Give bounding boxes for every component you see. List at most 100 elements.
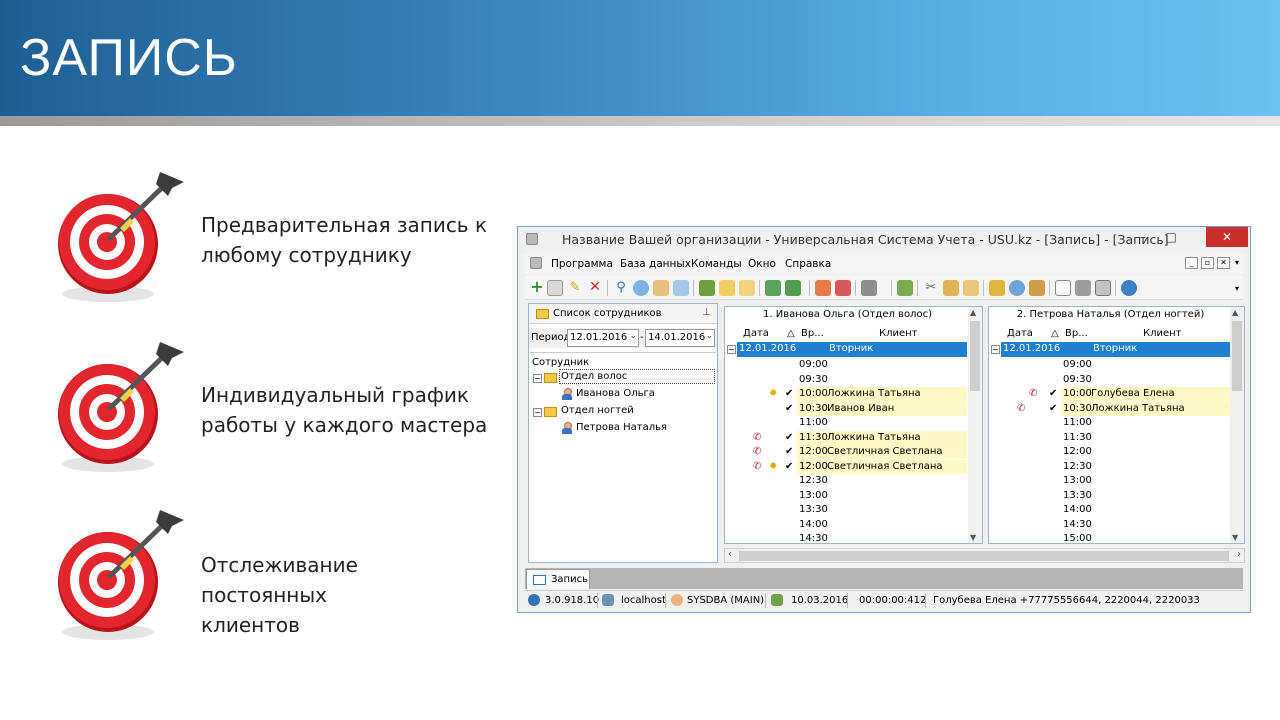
lock-icon[interactable] <box>989 280 1005 296</box>
column-date[interactable]: Дата <box>743 328 769 339</box>
scroll-up-icon[interactable]: ▲ <box>1232 308 1238 317</box>
close-button[interactable]: ✕ <box>1206 227 1248 247</box>
tree-department[interactable]: Отдел волос <box>561 371 627 382</box>
window-titlebar[interactable]: Название Вашей организации - Универсальн… <box>518 227 1250 252</box>
schedule-row[interactable]: 11:00 <box>797 416 967 430</box>
schedule-row[interactable]: 12:30 <box>797 474 967 488</box>
import-icon[interactable] <box>785 280 801 296</box>
mdi-restore-button[interactable]: ▫ <box>1201 257 1214 269</box>
speaker-icon[interactable] <box>861 280 877 296</box>
mdi-close-button[interactable]: ✕ <box>1217 257 1230 269</box>
collapse-icon[interactable]: − <box>533 408 542 417</box>
notes-icon[interactable] <box>963 280 979 296</box>
schedule-row[interactable]: 12:30 <box>1061 460 1231 474</box>
close-window-icon[interactable] <box>835 280 851 296</box>
export-icon[interactable] <box>699 280 715 296</box>
scroll-thumb[interactable] <box>739 551 1229 561</box>
schedule-row[interactable]: 10:00 Ложкина Татьяна <box>797 387 967 401</box>
vertical-scrollbar[interactable]: ▲ ▼ <box>968 307 982 543</box>
edit-icon[interactable]: ✎ <box>567 280 583 296</box>
date-to-field[interactable]: 14.01.2016 ⌄ <box>645 329 715 347</box>
info-icon[interactable] <box>1121 280 1137 296</box>
schedule-row[interactable]: 14:00 <box>797 518 967 532</box>
filter-icon[interactable] <box>673 280 689 296</box>
schedule-row[interactable]: 12:00 Светличная Светлана <box>797 445 967 459</box>
settings-icon[interactable] <box>943 280 959 296</box>
scroll-down-icon[interactable]: ▼ <box>970 533 976 542</box>
column-time[interactable]: Вр... <box>801 328 824 339</box>
pin-icon[interactable]: ⊥ <box>702 307 711 318</box>
menu-item-commands[interactable]: Команды <box>691 258 742 270</box>
schedule-row[interactable]: 09:30 <box>797 373 967 387</box>
tasks-icon[interactable] <box>1029 280 1045 296</box>
scroll-left-icon[interactable]: ‹ <box>728 549 732 560</box>
schedule-row[interactable]: 13:00 <box>1061 474 1231 488</box>
delete-icon[interactable]: ✕ <box>587 280 603 296</box>
schedule-row[interactable]: 14:30 <box>1061 518 1231 532</box>
schedule-row[interactable]: 09:00 <box>1061 358 1231 372</box>
schedule-row[interactable]: 13:30 <box>1061 489 1231 503</box>
schedule-row[interactable]: 10:00 Голубева Елена <box>1061 387 1231 401</box>
new-window-icon[interactable] <box>815 280 831 296</box>
column-client[interactable]: Клиент <box>879 328 918 339</box>
date-from-field[interactable]: 12.01.2016 ⌄ <box>567 329 639 347</box>
table-icon[interactable] <box>1055 280 1071 296</box>
play-icon[interactable] <box>1095 280 1111 296</box>
users-icon[interactable] <box>1009 280 1025 296</box>
schedule-row[interactable]: 13:30 <box>797 503 967 517</box>
schedule-row[interactable]: 15:00 <box>1061 532 1231 546</box>
search-icon[interactable]: ⚲ <box>613 280 629 296</box>
scroll-up-icon[interactable]: ▲ <box>970 308 976 317</box>
tools-icon[interactable]: ✂ <box>923 280 939 296</box>
menu-item-window[interactable]: Окно <box>748 258 776 270</box>
date-group-row[interactable]: 12.01.2016 Вторник <box>1001 342 1231 357</box>
add-icon[interactable]: + <box>529 279 545 296</box>
vertical-scrollbar[interactable]: ▲ ▼ <box>1230 307 1244 543</box>
open-folder-icon[interactable] <box>739 280 755 296</box>
schedule-row[interactable]: 14:00 <box>1061 503 1231 517</box>
maximize-button[interactable]: □ <box>1158 227 1184 247</box>
collapse-icon[interactable]: − <box>727 345 736 354</box>
excel-icon[interactable] <box>765 280 781 296</box>
schedule-row[interactable]: 09:30 <box>1061 373 1231 387</box>
schedule-row[interactable]: 12:00 Светличная Светлана <box>797 459 967 474</box>
schedule-row[interactable]: 10:30 Иванов Иван <box>797 401 967 416</box>
date-group-row[interactable]: 12.01.2016 Вторник <box>737 342 967 357</box>
menu-item-program[interactable]: Программа <box>551 258 613 270</box>
employees-tab[interactable]: Список сотрудников ⊥ <box>529 304 717 324</box>
column-client[interactable]: Клиент <box>1143 328 1182 339</box>
menu-item-database[interactable]: База данных <box>620 258 691 270</box>
tree-employee[interactable]: Петрова Наталья <box>576 422 667 433</box>
refresh-icon[interactable] <box>633 280 649 296</box>
folder-icon[interactable] <box>719 280 735 296</box>
horizontal-scrollbar[interactable]: ‹ › <box>724 548 1245 563</box>
minimize-button[interactable]: – <box>1130 227 1156 247</box>
column-date[interactable]: Дата <box>1007 328 1033 339</box>
schedule-row[interactable]: 11:30 Ложкина Татьяна <box>797 430 967 445</box>
scroll-thumb[interactable] <box>970 321 980 391</box>
mdi-minimize-button[interactable]: _ <box>1185 257 1198 269</box>
tree-employee[interactable]: Иванова Ольга <box>576 388 655 399</box>
tree-department[interactable]: Отдел ногтей <box>561 405 634 416</box>
print-icon[interactable] <box>1075 280 1091 296</box>
chevron-down-icon[interactable]: ▾ <box>1235 284 1239 293</box>
document-tab-zapis[interactable]: Запись <box>526 569 590 589</box>
menu-item-help[interactable]: Справка <box>785 258 831 270</box>
collapse-icon[interactable]: − <box>991 345 1000 354</box>
scroll-down-icon[interactable]: ▼ <box>1232 533 1238 542</box>
column-time[interactable]: Вр... <box>1065 328 1088 339</box>
schedule-row[interactable]: 11:00 <box>1061 416 1231 430</box>
scroll-thumb[interactable] <box>1232 321 1242 391</box>
scroll-right-icon[interactable]: › <box>1237 549 1241 560</box>
schedule-row[interactable]: 12:00 <box>1061 445 1231 459</box>
schedule-row[interactable]: 09:00 <box>797 358 967 372</box>
collapse-icon[interactable]: − <box>533 374 542 383</box>
chevron-down-icon[interactable]: ▾ <box>1235 258 1239 267</box>
copy-icon[interactable] <box>547 280 563 296</box>
sort-icon[interactable] <box>653 280 669 296</box>
schedule-row[interactable]: 10:30 Ложкина Татьяна <box>1061 401 1231 416</box>
schedule-row[interactable]: 14:30 <box>797 532 967 546</box>
schedule-row[interactable]: 13:00 <box>797 489 967 503</box>
schedule-row[interactable]: 11:30 <box>1061 431 1231 445</box>
calendar-icon[interactable] <box>897 280 913 296</box>
